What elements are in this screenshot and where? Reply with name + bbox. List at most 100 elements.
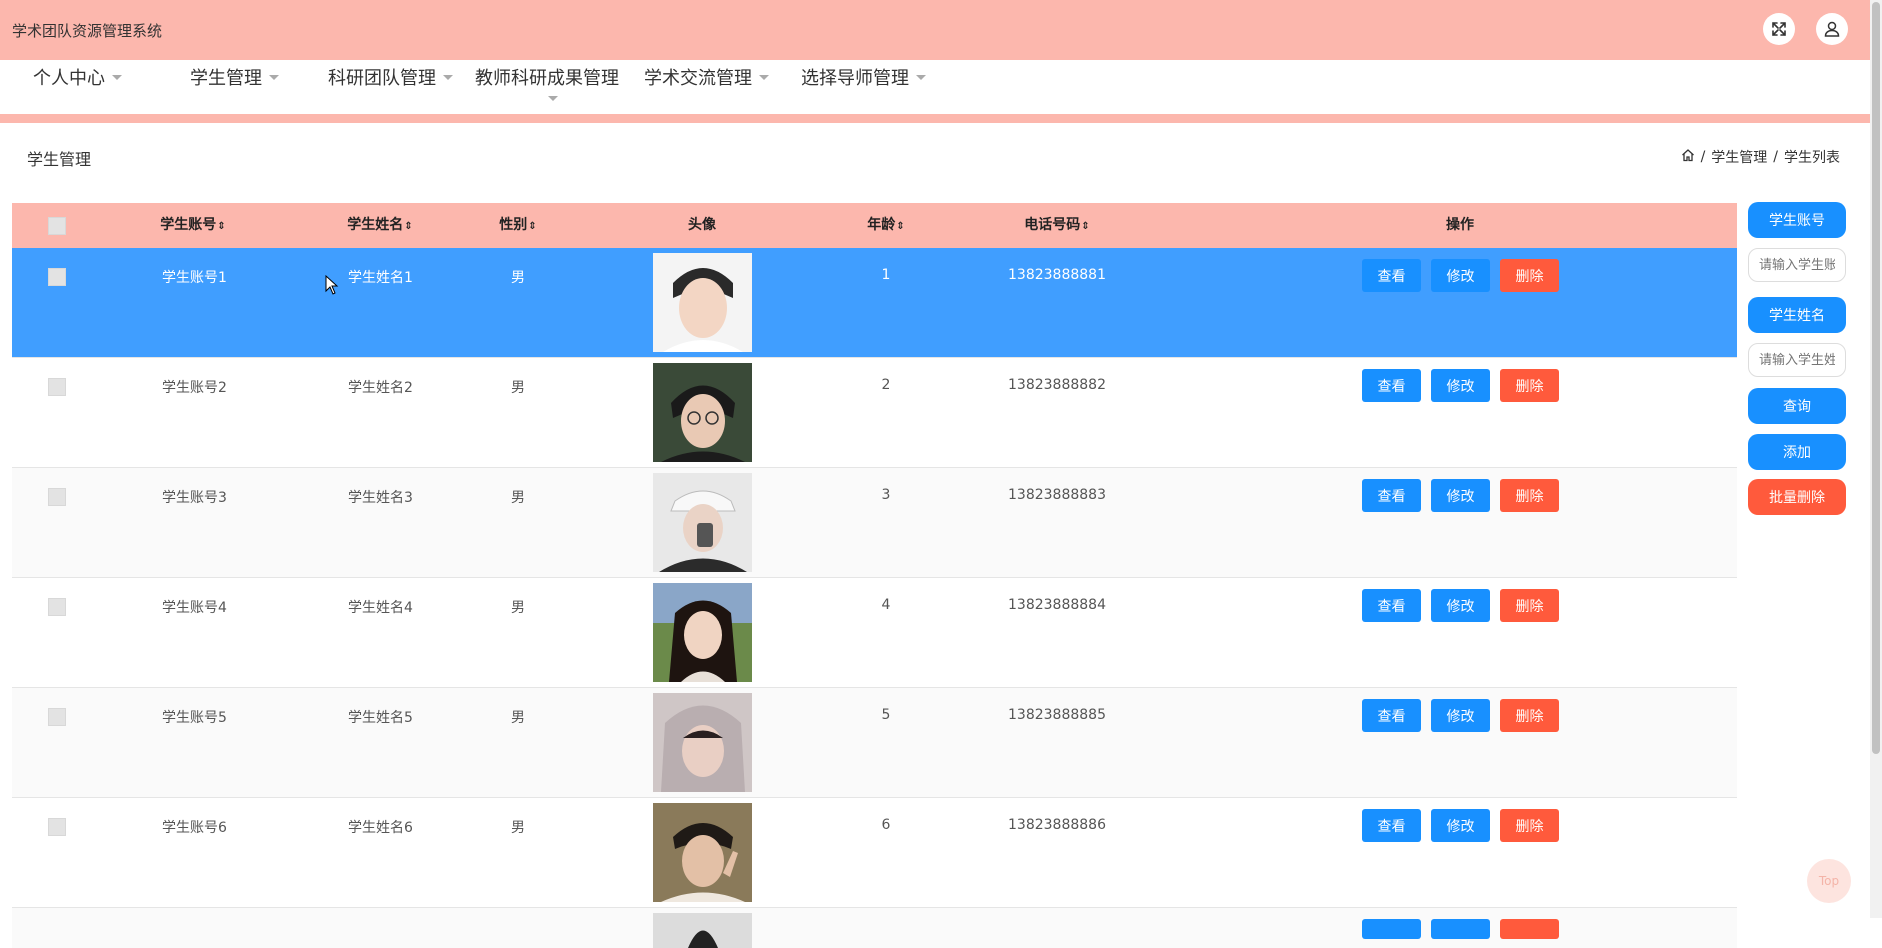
cell-age: 2 <box>881 377 891 393</box>
edit-button[interactable]: 修改 <box>1431 589 1490 622</box>
column-header-phone[interactable]: 电话号码⇕ <box>1024 203 1089 248</box>
breadcrumb-item[interactable]: 学生管理 <box>1711 147 1767 167</box>
view-button[interactable]: 查看 <box>1362 259 1421 292</box>
avatar-image[interactable] <box>653 693 752 792</box>
cell-account: 学生账号1 <box>162 270 227 286</box>
edit-button[interactable]: 修改 <box>1431 809 1490 842</box>
nav-item-select-advisor[interactable]: 选择导师管理 <box>801 64 926 90</box>
view-button[interactable]: 查看 <box>1362 699 1421 732</box>
edit-button[interactable]: 修改 <box>1431 699 1490 732</box>
divider <box>0 114 1870 123</box>
row-checkbox[interactable] <box>48 708 66 726</box>
edit-button[interactable] <box>1431 919 1490 939</box>
app-title: 学术团队资源管理系统 <box>12 22 163 40</box>
cell-name: 学生姓名4 <box>348 600 413 616</box>
column-header-age[interactable]: 年龄⇕ <box>867 203 904 248</box>
cell-gender: 男 <box>511 270 525 286</box>
table-row[interactable]: 学生账号4 学生姓名4 男 4 13823888884 查看 修改 删除 <box>12 578 1737 688</box>
view-button[interactable]: 查看 <box>1362 479 1421 512</box>
delete-button[interactable]: 删除 <box>1500 479 1559 512</box>
row-checkbox[interactable] <box>48 378 66 396</box>
cell-name: 学生姓名1 <box>348 270 413 286</box>
nav-item-label: 学术交流管理 <box>644 68 752 89</box>
cell-name: 学生姓名3 <box>348 490 413 506</box>
scrollbar[interactable] <box>1870 0 1882 918</box>
filter-account-label-button[interactable]: 学生账号 <box>1748 202 1846 238</box>
sort-icon: ⇕ <box>528 221 537 232</box>
column-header-account[interactable]: 学生账号⇕ <box>160 203 225 248</box>
sort-icon: ⇕ <box>896 221 905 232</box>
table-row[interactable]: 学生账号6 学生姓名6 男 6 13823888886 查看 修改 删除 <box>12 798 1737 908</box>
cell-age: 3 <box>881 487 891 503</box>
table-row[interactable]: 学生账号2 学生姓名2 男 2 13823888882 查看 修改 删除 <box>12 358 1737 468</box>
avatar-image[interactable] <box>653 473 752 572</box>
nav-item-academic-exchange[interactable]: 学术交流管理 <box>644 64 769 90</box>
cell-age: 1 <box>881 267 891 283</box>
nav-item-teacher-research[interactable]: 教师科研成果管理 <box>475 64 619 90</box>
cell-account: 学生账号4 <box>162 600 227 616</box>
cell-account: 学生账号6 <box>162 820 227 836</box>
scrollbar-thumb[interactable] <box>1872 2 1880 754</box>
avatar-image[interactable] <box>653 803 752 902</box>
caret-down-icon <box>112 74 122 80</box>
nav-item-personal-center[interactable]: 个人中心 <box>33 64 122 90</box>
cell-phone: 13823888882 <box>1008 377 1106 393</box>
caret-down-icon <box>916 74 926 80</box>
nav-item-label: 学生管理 <box>190 68 262 89</box>
edit-button[interactable]: 修改 <box>1431 369 1490 402</box>
row-checkbox[interactable] <box>48 818 66 836</box>
sort-icon: ⇕ <box>217 221 226 232</box>
delete-button[interactable]: 删除 <box>1500 259 1559 292</box>
column-header-name[interactable]: 学生姓名⇕ <box>347 203 412 248</box>
search-button[interactable]: 查询 <box>1748 388 1846 424</box>
cell-phone: 13823888884 <box>1008 597 1106 613</box>
cell-age: 5 <box>881 707 891 723</box>
cell-gender: 男 <box>511 820 525 836</box>
breadcrumb-separator: / <box>1700 149 1706 165</box>
cell-account: 学生账号3 <box>162 490 227 506</box>
view-button[interactable]: 查看 <box>1362 369 1421 402</box>
table-row[interactable]: 学生账号1 学生姓名1 男 1 13823888881 查看 修改 删除 <box>12 248 1737 358</box>
view-button[interactable]: 查看 <box>1362 809 1421 842</box>
search-account-input[interactable] <box>1748 248 1846 282</box>
edit-button[interactable]: 修改 <box>1431 259 1490 292</box>
breadcrumb-separator: / <box>1773 149 1778 165</box>
edit-button[interactable]: 修改 <box>1431 479 1490 512</box>
cell-gender: 男 <box>511 380 525 396</box>
table-row[interactable] <box>12 908 1737 948</box>
fullscreen-icon[interactable] <box>1763 13 1795 45</box>
search-name-input[interactable] <box>1748 343 1846 377</box>
delete-button[interactable]: 删除 <box>1500 699 1559 732</box>
delete-button[interactable] <box>1500 919 1559 939</box>
delete-button[interactable]: 删除 <box>1500 809 1559 842</box>
select-all-checkbox[interactable] <box>48 217 66 235</box>
table-row[interactable]: 学生账号5 学生姓名5 男 5 13823888885 查看 修改 删除 <box>12 688 1737 798</box>
row-checkbox[interactable] <box>48 268 66 286</box>
avatar-image[interactable] <box>653 913 752 948</box>
nav-item-research-team[interactable]: 科研团队管理 <box>328 64 453 90</box>
cell-account: 学生账号5 <box>162 710 227 726</box>
caret-down-icon <box>759 74 769 80</box>
column-header-gender[interactable]: 性别⇕ <box>499 203 536 248</box>
cell-gender: 男 <box>511 710 525 726</box>
batch-delete-button[interactable]: 批量删除 <box>1748 479 1846 515</box>
student-table: 学生账号⇕ 学生姓名⇕ 性别⇕ 头像 年龄⇕ 电话号码⇕ 操作 学生账号1 学生… <box>12 203 1737 948</box>
view-button[interactable] <box>1362 919 1421 939</box>
row-checkbox[interactable] <box>48 598 66 616</box>
user-icon[interactable] <box>1816 13 1848 45</box>
avatar-image[interactable] <box>653 253 752 352</box>
home-icon[interactable] <box>1681 148 1695 166</box>
table-row[interactable]: 学生账号3 学生姓名3 男 3 13823888883 查看 修改 删除 <box>12 468 1737 578</box>
delete-button[interactable]: 删除 <box>1500 589 1559 622</box>
cell-gender: 男 <box>511 600 525 616</box>
view-button[interactable]: 查看 <box>1362 589 1421 622</box>
back-to-top-button[interactable]: Top <box>1807 859 1851 903</box>
nav-item-label: 科研团队管理 <box>328 68 436 89</box>
delete-button[interactable]: 删除 <box>1500 369 1559 402</box>
add-button[interactable]: 添加 <box>1748 434 1846 470</box>
nav-item-student-management[interactable]: 学生管理 <box>190 64 279 90</box>
avatar-image[interactable] <box>653 583 752 682</box>
avatar-image[interactable] <box>653 363 752 462</box>
row-checkbox[interactable] <box>48 488 66 506</box>
filter-name-label-button[interactable]: 学生姓名 <box>1748 297 1846 333</box>
